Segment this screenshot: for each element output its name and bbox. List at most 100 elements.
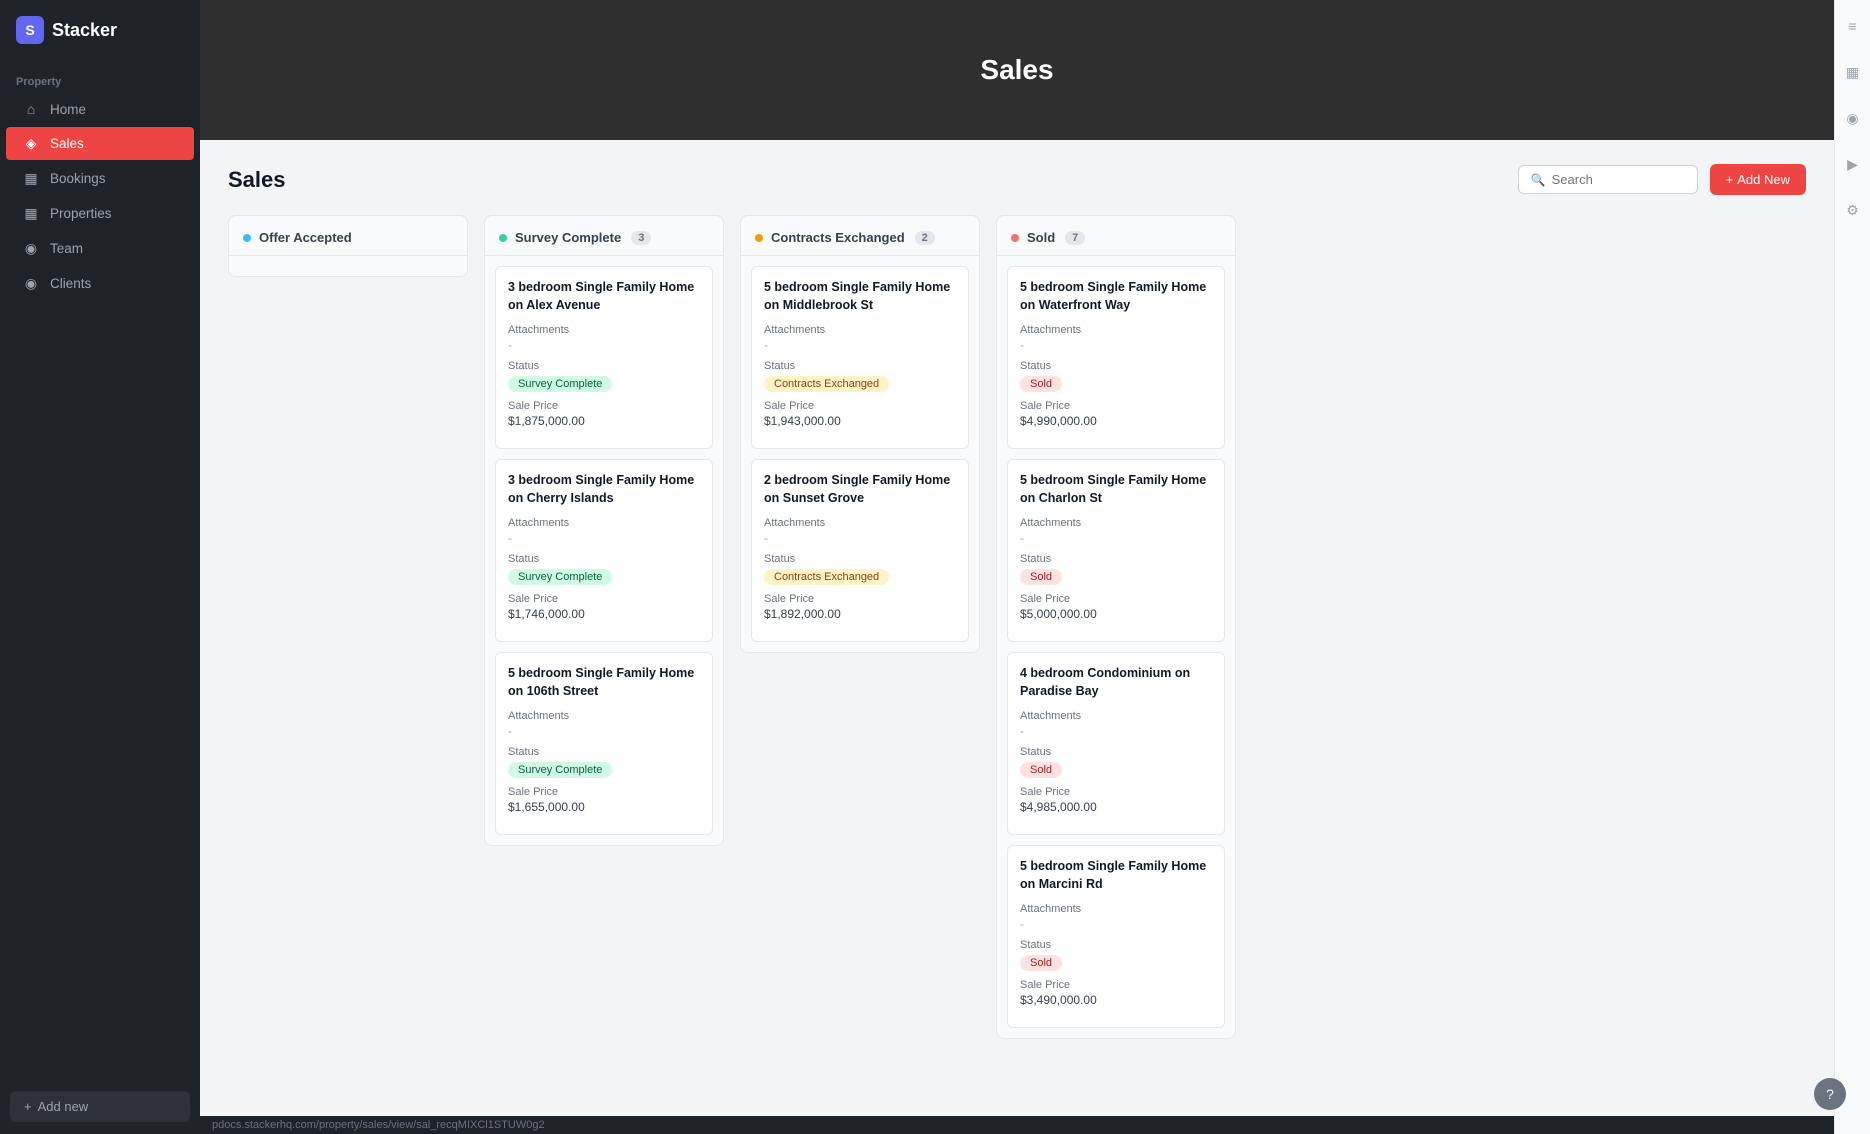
sidebar-item-label: Properties — [50, 206, 112, 221]
attachments-value: - — [1020, 338, 1212, 352]
sidebar-bottom: + Add new — [0, 1079, 200, 1134]
sale-price-label: Sale Price — [764, 400, 956, 412]
hero-title: Sales — [980, 54, 1053, 86]
right-panel: ≡ ▦ ◉ ▶ ⚙ — [1834, 0, 1870, 1134]
status-badge: Survey Complete — [508, 567, 700, 593]
status-label: Status — [508, 746, 700, 758]
sidebar-item-sales[interactable]: ◈ Sales — [6, 127, 194, 160]
col-dot — [243, 234, 251, 242]
card[interactable]: 5 bedroom Single Family Home on Marcini … — [1007, 845, 1225, 1028]
card-title: 5 bedroom Single Family Home on Middlebr… — [764, 279, 956, 314]
col-label: Contracts Exchanged — [771, 230, 905, 245]
sale-price-label: Sale Price — [764, 593, 956, 605]
kanban-column-offer-accepted: Offer Accepted — [228, 215, 468, 277]
sale-price-value: $1,892,000.00 — [764, 607, 956, 621]
col-dot — [755, 234, 763, 242]
status-badge-value: Survey Complete — [508, 762, 612, 778]
status-label: Status — [1020, 360, 1212, 372]
col-header-sold: Sold 7 — [997, 216, 1235, 256]
board-controls: 🔍 + Add New — [1518, 164, 1806, 195]
sidebar-item-label: Bookings — [50, 171, 106, 186]
card-title: 5 bedroom Single Family Home on Waterfro… — [1020, 279, 1212, 314]
add-new-button[interactable]: + Add new — [10, 1091, 190, 1122]
search-input[interactable] — [1552, 172, 1685, 187]
sale-price-value: $1,875,000.00 — [508, 414, 700, 428]
attachments-label: Attachments — [1020, 710, 1212, 722]
sidebar-item-home[interactable]: ⌂ Home — [6, 93, 194, 125]
col-header-offer-accepted: Offer Accepted — [229, 216, 467, 256]
card[interactable]: 5 bedroom Single Family Home on Charlon … — [1007, 459, 1225, 642]
sale-price-value: $1,746,000.00 — [508, 607, 700, 621]
status-badge-value: Survey Complete — [508, 569, 612, 585]
settings-icon[interactable]: ⚙ — [1839, 196, 1867, 224]
col-dot — [1011, 234, 1019, 242]
attachments-value: - — [508, 724, 700, 738]
list-view-icon[interactable]: ≡ — [1839, 12, 1867, 40]
card[interactable]: 4 bedroom Condominium on Paradise Bay At… — [1007, 652, 1225, 835]
attachments-label: Attachments — [764, 324, 956, 336]
app-name: Stacker — [52, 20, 117, 41]
properties-icon: ▦ — [22, 205, 40, 222]
clients-icon: ◉ — [22, 275, 40, 292]
sidebar-item-clients[interactable]: ◉ Clients — [6, 267, 194, 300]
kanban-column-survey-complete: Survey Complete3 3 bedroom Single Family… — [484, 215, 724, 846]
search-box: 🔍 — [1518, 165, 1698, 194]
status-badge-value: Contracts Exchanged — [764, 376, 889, 392]
bookings-icon: ▦ — [22, 170, 40, 187]
card[interactable]: 3 bedroom Single Family Home on Alex Ave… — [495, 266, 713, 449]
kanban-column-sold: Sold 7 5 bedroom Single Family Home on Wa… — [996, 215, 1236, 1039]
sale-price-value: $3,490,000.00 — [1020, 993, 1212, 1007]
team-icon: ◉ — [22, 240, 40, 257]
card[interactable]: 5 bedroom Single Family Home on Waterfro… — [1007, 266, 1225, 449]
status-badge: Survey Complete — [508, 760, 700, 786]
col-count: 7 — [1065, 231, 1085, 245]
user-icon[interactable]: ◉ — [1839, 104, 1867, 132]
sale-price-label: Sale Price — [508, 400, 700, 412]
col-count: 2 — [915, 231, 935, 245]
add-new-button[interactable]: + Add New — [1710, 164, 1806, 195]
card[interactable]: 5 bedroom Single Family Home on Middlebr… — [751, 266, 969, 449]
status-badge: Survey Complete — [508, 374, 700, 400]
col-cards: 5 bedroom Single Family Home on Waterfro… — [997, 256, 1235, 1038]
card-title: 2 bedroom Single Family Home on Sunset G… — [764, 472, 956, 507]
col-label: Survey Complete — [515, 230, 621, 245]
sale-price-value: $4,990,000.00 — [1020, 414, 1212, 428]
status-url: pdocs.stackerhq.com/property/sales/view/… — [212, 1119, 545, 1131]
card-title: 4 bedroom Condominium on Paradise Bay — [1020, 665, 1212, 700]
kanban-column-contracts-exchanged: Contracts Exchanged 2 5 bedroom Single Fa… — [740, 215, 980, 653]
hero-banner: Sales — [200, 0, 1834, 140]
status-badge-value: Sold — [1020, 569, 1062, 585]
sidebar-item-team[interactable]: ◉ Team — [6, 232, 194, 265]
status-label: Status — [1020, 746, 1212, 758]
status-bar: pdocs.stackerhq.com/property/sales/view/… — [200, 1116, 1834, 1134]
col-cards — [229, 256, 467, 276]
sidebar-item-bookings[interactable]: ▦ Bookings — [6, 162, 194, 195]
card[interactable]: 3 bedroom Single Family Home on Cherry I… — [495, 459, 713, 642]
grid-view-icon[interactable]: ▦ — [1839, 58, 1867, 86]
status-badge: Sold — [1020, 567, 1212, 593]
main-content: Sales Sales 🔍 + Add New Offer AcceptedSu… — [200, 0, 1834, 1134]
status-badge-value: Sold — [1020, 376, 1062, 392]
sale-price-value: $1,943,000.00 — [764, 414, 956, 428]
attachments-label: Attachments — [508, 710, 700, 722]
col-label: Sold — [1027, 230, 1055, 245]
status-badge-value: Sold — [1020, 762, 1062, 778]
card-title: 5 bedroom Single Family Home on Charlon … — [1020, 472, 1212, 507]
sidebar-item-label: Team — [50, 241, 83, 256]
attachments-label: Attachments — [1020, 517, 1212, 529]
card-title: 5 bedroom Single Family Home on 106th St… — [508, 665, 700, 700]
sale-price-value: $5,000,000.00 — [1020, 607, 1212, 621]
status-badge-value: Contracts Exchanged — [764, 569, 889, 585]
play-icon[interactable]: ▶ — [1839, 150, 1867, 178]
status-badge: Sold — [1020, 374, 1212, 400]
board-container: Sales 🔍 + Add New Offer AcceptedSurvey C… — [200, 140, 1834, 1116]
attachments-value: - — [1020, 724, 1212, 738]
sidebar-item-label: Clients — [50, 276, 91, 291]
add-new-label: Add new — [38, 1099, 89, 1114]
sidebar-item-properties[interactable]: ▦ Properties — [6, 197, 194, 230]
sidebar-section-label: Property — [0, 64, 200, 92]
card[interactable]: 2 bedroom Single Family Home on Sunset G… — [751, 459, 969, 642]
help-button[interactable]: ? — [1814, 1078, 1846, 1110]
card[interactable]: 5 bedroom Single Family Home on 106th St… — [495, 652, 713, 835]
col-label: Offer Accepted — [259, 230, 352, 245]
